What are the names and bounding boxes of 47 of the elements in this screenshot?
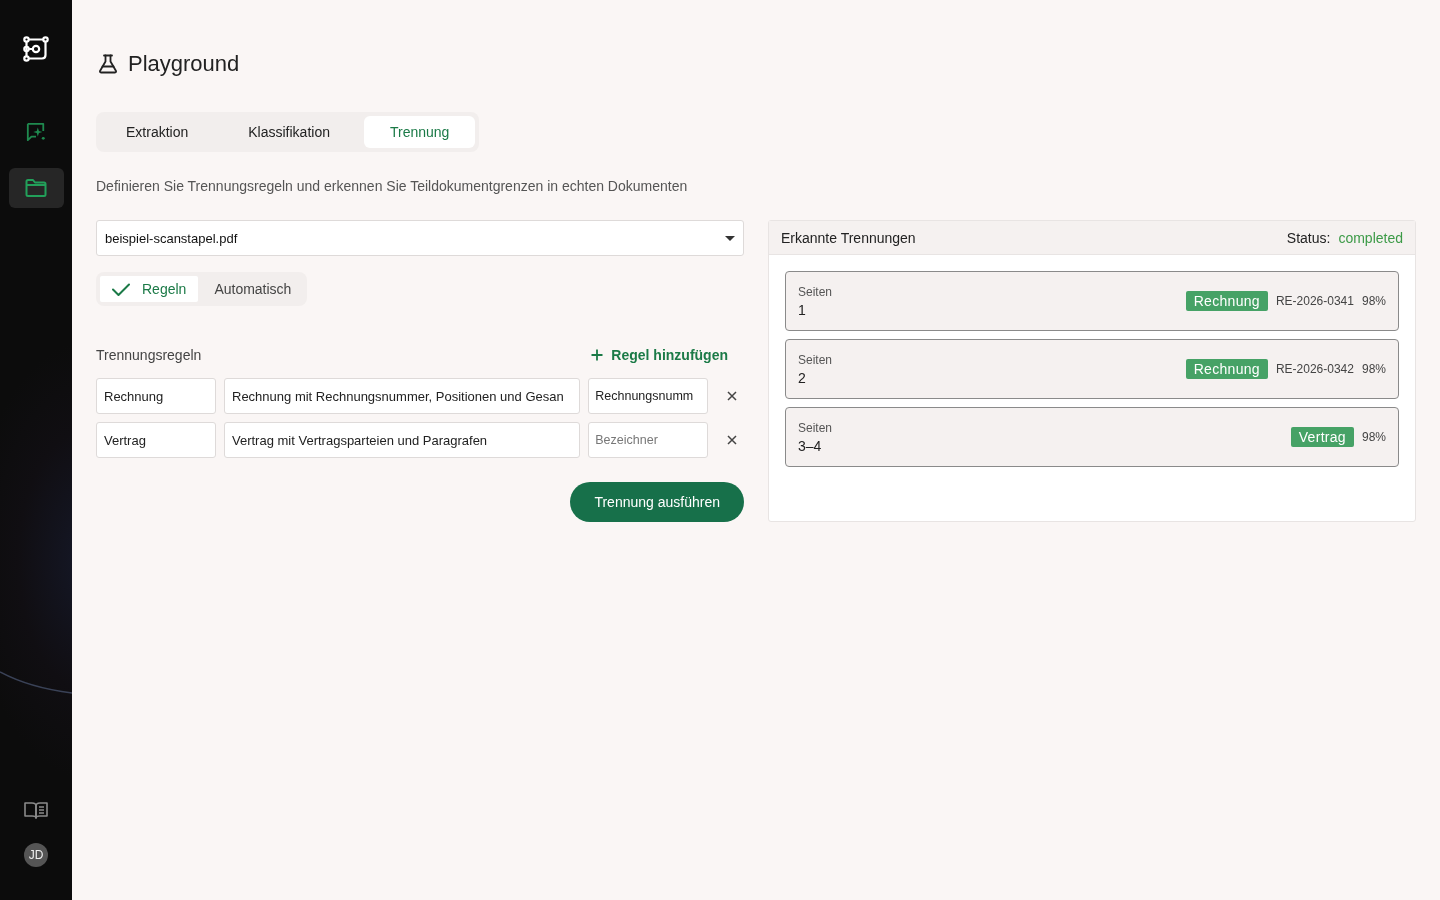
page-title: Playground: [128, 50, 240, 78]
tab[interactable]: Extraktion: [100, 116, 215, 148]
mode-option[interactable]: Automatisch: [202, 276, 304, 302]
pages-label: Seiten: [798, 352, 833, 367]
document-type-badge: Rechnung: [1185, 359, 1268, 379]
identifier-field[interactable]: Bezeichner: [588, 422, 709, 458]
caret-icon: [725, 235, 735, 241]
nav-item[interactable]: [8, 168, 64, 208]
pages-value: 3–4: [798, 437, 823, 454]
chat-sparkle-icon: [25, 122, 47, 142]
section-label: Trennungsregeln: [96, 347, 202, 363]
identifier-field[interactable]: Rechnungsnumm: [588, 378, 709, 414]
curve-decoration: [0, 671, 72, 695]
folder-icon: [25, 178, 47, 198]
logo-icon[interactable]: [23, 36, 49, 62]
close-icon: [727, 391, 738, 401]
check-icon: [112, 282, 130, 296]
document-type-badge: Vertrag: [1290, 427, 1354, 447]
close-icon: [727, 435, 738, 445]
confidence-value: 98%: [1361, 430, 1386, 444]
reference-number: RE-2026-0342: [1275, 362, 1354, 376]
rule-name-field[interactable]: Vertrag: [96, 422, 216, 458]
mode-option[interactable]: Regeln: [100, 276, 199, 302]
pages-label: Seiten: [798, 420, 833, 435]
document-type-badge: Rechnung: [1185, 291, 1268, 311]
panel-title: Erkannte Trennungen: [781, 229, 916, 246]
pages-label: Seiten: [798, 284, 833, 299]
book-icon[interactable]: [24, 801, 48, 819]
file-select[interactable]: beispiel-scanstapel.pdf: [96, 220, 744, 256]
plus-icon: [591, 349, 604, 361]
tab[interactable]: Trennung: [363, 116, 476, 148]
add-rule-link[interactable]: Regel hinzufügen: [591, 347, 744, 363]
status-label: Status:: [1286, 229, 1331, 246]
rule-name-field[interactable]: Rechnung: [96, 378, 216, 414]
rule-description-field[interactable]: Vertrag mit Vertragsparteien und Paragrafen: [224, 422, 581, 458]
status-value: completed: [1338, 229, 1403, 246]
run-button[interactable]: Trennung ausführen: [570, 482, 744, 522]
rule-description-field[interactable]: Rechnung mit Rechnungsnummer, Positionen und Gesan: [224, 378, 581, 414]
confidence-value: 98%: [1361, 294, 1386, 308]
pages-value: 2: [798, 369, 807, 386]
description-text: Definieren Sie Trennungsregeln und erkennen Sie Teildokumentgrenzen in echten Dokumenten: [96, 177, 689, 196]
confidence-value: 98%: [1361, 362, 1386, 376]
reference-number: RE-2026-0341: [1275, 294, 1354, 308]
user-avatar[interactable]: JD: [24, 843, 48, 867]
tab[interactable]: Klassifikation: [222, 116, 356, 148]
flask-icon: [98, 54, 118, 74]
pages-value: 1: [798, 301, 807, 318]
